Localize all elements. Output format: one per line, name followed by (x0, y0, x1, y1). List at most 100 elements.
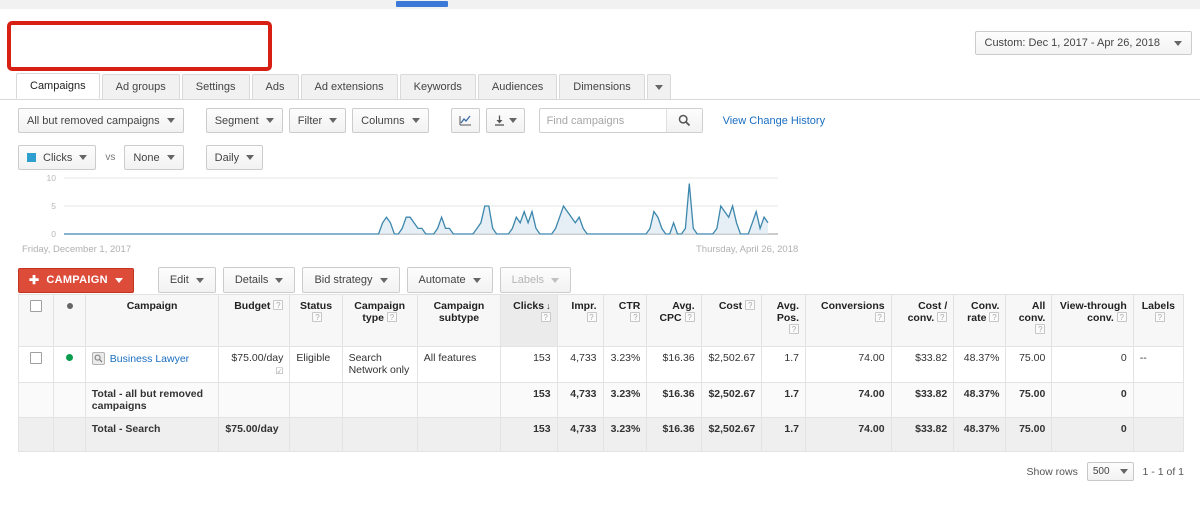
help-icon[interactable]: ? (875, 312, 885, 322)
edit-button[interactable]: Edit (158, 267, 216, 293)
tab-dimensions[interactable]: Dimensions (559, 74, 644, 99)
help-icon[interactable]: ? (1035, 324, 1045, 334)
th-status[interactable]: Status? (290, 295, 342, 347)
add-campaign-button[interactable]: ✚ CAMPAIGN (18, 268, 134, 293)
th-avg-cpc[interactable]: Avg. CPC? (647, 295, 701, 347)
help-icon[interactable]: ? (789, 324, 799, 334)
th-all-conv[interactable]: All conv.? (1006, 295, 1052, 347)
primary-metric-dropdown[interactable]: Clicks (18, 145, 96, 170)
help-icon[interactable]: ? (387, 312, 397, 322)
th-impressions[interactable]: Impr.? (557, 295, 603, 347)
tab-campaigns[interactable]: Campaigns (16, 73, 100, 99)
th-campaign[interactable]: Campaign (85, 295, 219, 347)
add-campaign-label: CAMPAIGN (46, 274, 107, 286)
th-select-all[interactable] (19, 295, 54, 347)
row-cost-cell: $2,502.67 (701, 347, 762, 383)
th-labels[interactable]: Labels? (1133, 295, 1183, 347)
help-icon[interactable]: ? (273, 300, 283, 310)
clicks-performance-chart[interactable]: 0510 Friday, December 1, 2017 Thursday, … (18, 174, 798, 258)
tab-settings[interactable]: Settings (182, 74, 250, 99)
th-campaign-type[interactable]: Campaign type? (342, 295, 417, 347)
help-icon[interactable]: ? (1155, 312, 1165, 322)
tab-overflow-menu[interactable] (647, 74, 671, 99)
th-campaign-subtype[interactable]: Campaign subtype (417, 295, 501, 347)
segment-dropdown[interactable]: Segment (206, 108, 283, 133)
th-label: Labels (1142, 300, 1175, 312)
help-icon[interactable]: ? (989, 312, 999, 322)
chart-canvas: 0510 (18, 174, 798, 244)
search-campaign-icon (92, 352, 105, 365)
th-cost[interactable]: Cost? (701, 295, 762, 347)
th-budget[interactable]: Budget? (219, 295, 290, 347)
campaign-filter-dropdown[interactable]: All but removed campaigns (18, 108, 184, 133)
th-avg-pos[interactable]: Avg. Pos.? (762, 295, 806, 347)
download-icon (494, 115, 505, 126)
tab-ad-groups[interactable]: Ad groups (102, 74, 180, 99)
tab-ad-extensions[interactable]: Ad extensions (301, 74, 398, 99)
view-change-history-link[interactable]: View Change History (723, 115, 826, 127)
download-button[interactable] (486, 108, 525, 133)
campaigns-table-container: Campaign Budget? Status? Campaign type? … (18, 294, 1184, 452)
row-ctr-cell: 3.23% (603, 347, 647, 383)
browser-active-tab-indicator[interactable] (396, 1, 448, 7)
help-icon[interactable]: ? (937, 312, 947, 322)
total-ctr-cell: 3.23% (603, 418, 647, 452)
account-header: Custom: Dec 1, 2017 - Apr 26, 2018 (0, 9, 1200, 73)
tab-audiences[interactable]: Audiences (478, 74, 557, 99)
help-icon[interactable]: ? (745, 300, 755, 310)
table-row[interactable]: Business Lawyer $75.00/day ☑ Eligible Se… (19, 347, 1184, 383)
automate-button[interactable]: Automate (407, 267, 493, 293)
campaign-filter-label: All but removed campaigns (27, 115, 160, 127)
granularity-dropdown[interactable]: Daily (206, 145, 263, 170)
row-view-through-conv-cell: 0 (1052, 347, 1133, 383)
total-labels-cell (1133, 418, 1183, 452)
th-conversions[interactable]: Conversions? (806, 295, 892, 347)
tab-keywords[interactable]: Keywords (400, 74, 476, 99)
th-clicks[interactable]: Clicks↓? (501, 295, 557, 347)
help-icon[interactable]: ? (541, 312, 551, 322)
tab-ads[interactable]: Ads (252, 74, 299, 99)
date-range-selector[interactable]: Custom: Dec 1, 2017 - Apr 26, 2018 (975, 31, 1193, 55)
rows-per-page-select[interactable]: 500 (1087, 462, 1134, 481)
total-clicks-cell: 153 (501, 383, 557, 418)
labels-button[interactable]: Labels (500, 267, 571, 293)
total-status-cell (290, 383, 342, 418)
rows-per-page-value: 500 (1093, 466, 1110, 477)
help-icon[interactable]: ? (1117, 312, 1127, 322)
columns-label: Columns (361, 115, 404, 127)
chevron-down-icon (329, 118, 337, 123)
row-budget-cell[interactable]: $75.00/day ☑ (219, 347, 290, 383)
details-button[interactable]: Details (223, 267, 296, 293)
plus-icon: ✚ (29, 274, 39, 286)
filter-toolbar: All but removed campaigns Segment Filter… (18, 108, 825, 133)
select-all-checkbox[interactable] (30, 300, 42, 312)
row-avg-cpc-cell: $16.36 (647, 347, 701, 383)
th-view-through-conv[interactable]: View-through conv.? (1052, 295, 1133, 347)
help-icon[interactable]: ? (630, 312, 640, 322)
metric-color-swatch (27, 153, 36, 162)
th-conv-rate[interactable]: Conv. rate? (954, 295, 1006, 347)
total-status-cell (290, 418, 342, 452)
help-icon[interactable]: ? (587, 312, 597, 322)
campaign-name-link[interactable]: Business Lawyer (110, 353, 189, 365)
chevron-down-icon (79, 155, 87, 160)
row-checkbox[interactable] (30, 352, 42, 364)
filter-dropdown[interactable]: Filter (289, 108, 346, 133)
th-cost-per-conv[interactable]: Cost / conv.? (891, 295, 954, 347)
primary-metric-label: Clicks (43, 152, 72, 164)
bid-strategy-label: Bid strategy (314, 274, 372, 286)
secondary-metric-dropdown[interactable]: None (124, 145, 183, 170)
chart-toggle-button[interactable] (451, 108, 480, 133)
columns-dropdown[interactable]: Columns (352, 108, 428, 133)
total-conv-rate-cell: 48.37% (954, 383, 1006, 418)
edit-budget-icon[interactable]: ☑ (225, 366, 283, 377)
search-submit-button[interactable] (666, 109, 702, 132)
status-dot-icon (67, 303, 73, 309)
help-icon[interactable]: ? (312, 312, 322, 322)
help-icon[interactable]: ? (685, 312, 695, 322)
row-select-cell[interactable] (19, 347, 54, 383)
search-input[interactable] (540, 109, 666, 132)
bid-strategy-button[interactable]: Bid strategy (302, 267, 399, 293)
table-body: Business Lawyer $75.00/day ☑ Eligible Se… (19, 347, 1184, 452)
th-ctr[interactable]: CTR? (603, 295, 647, 347)
